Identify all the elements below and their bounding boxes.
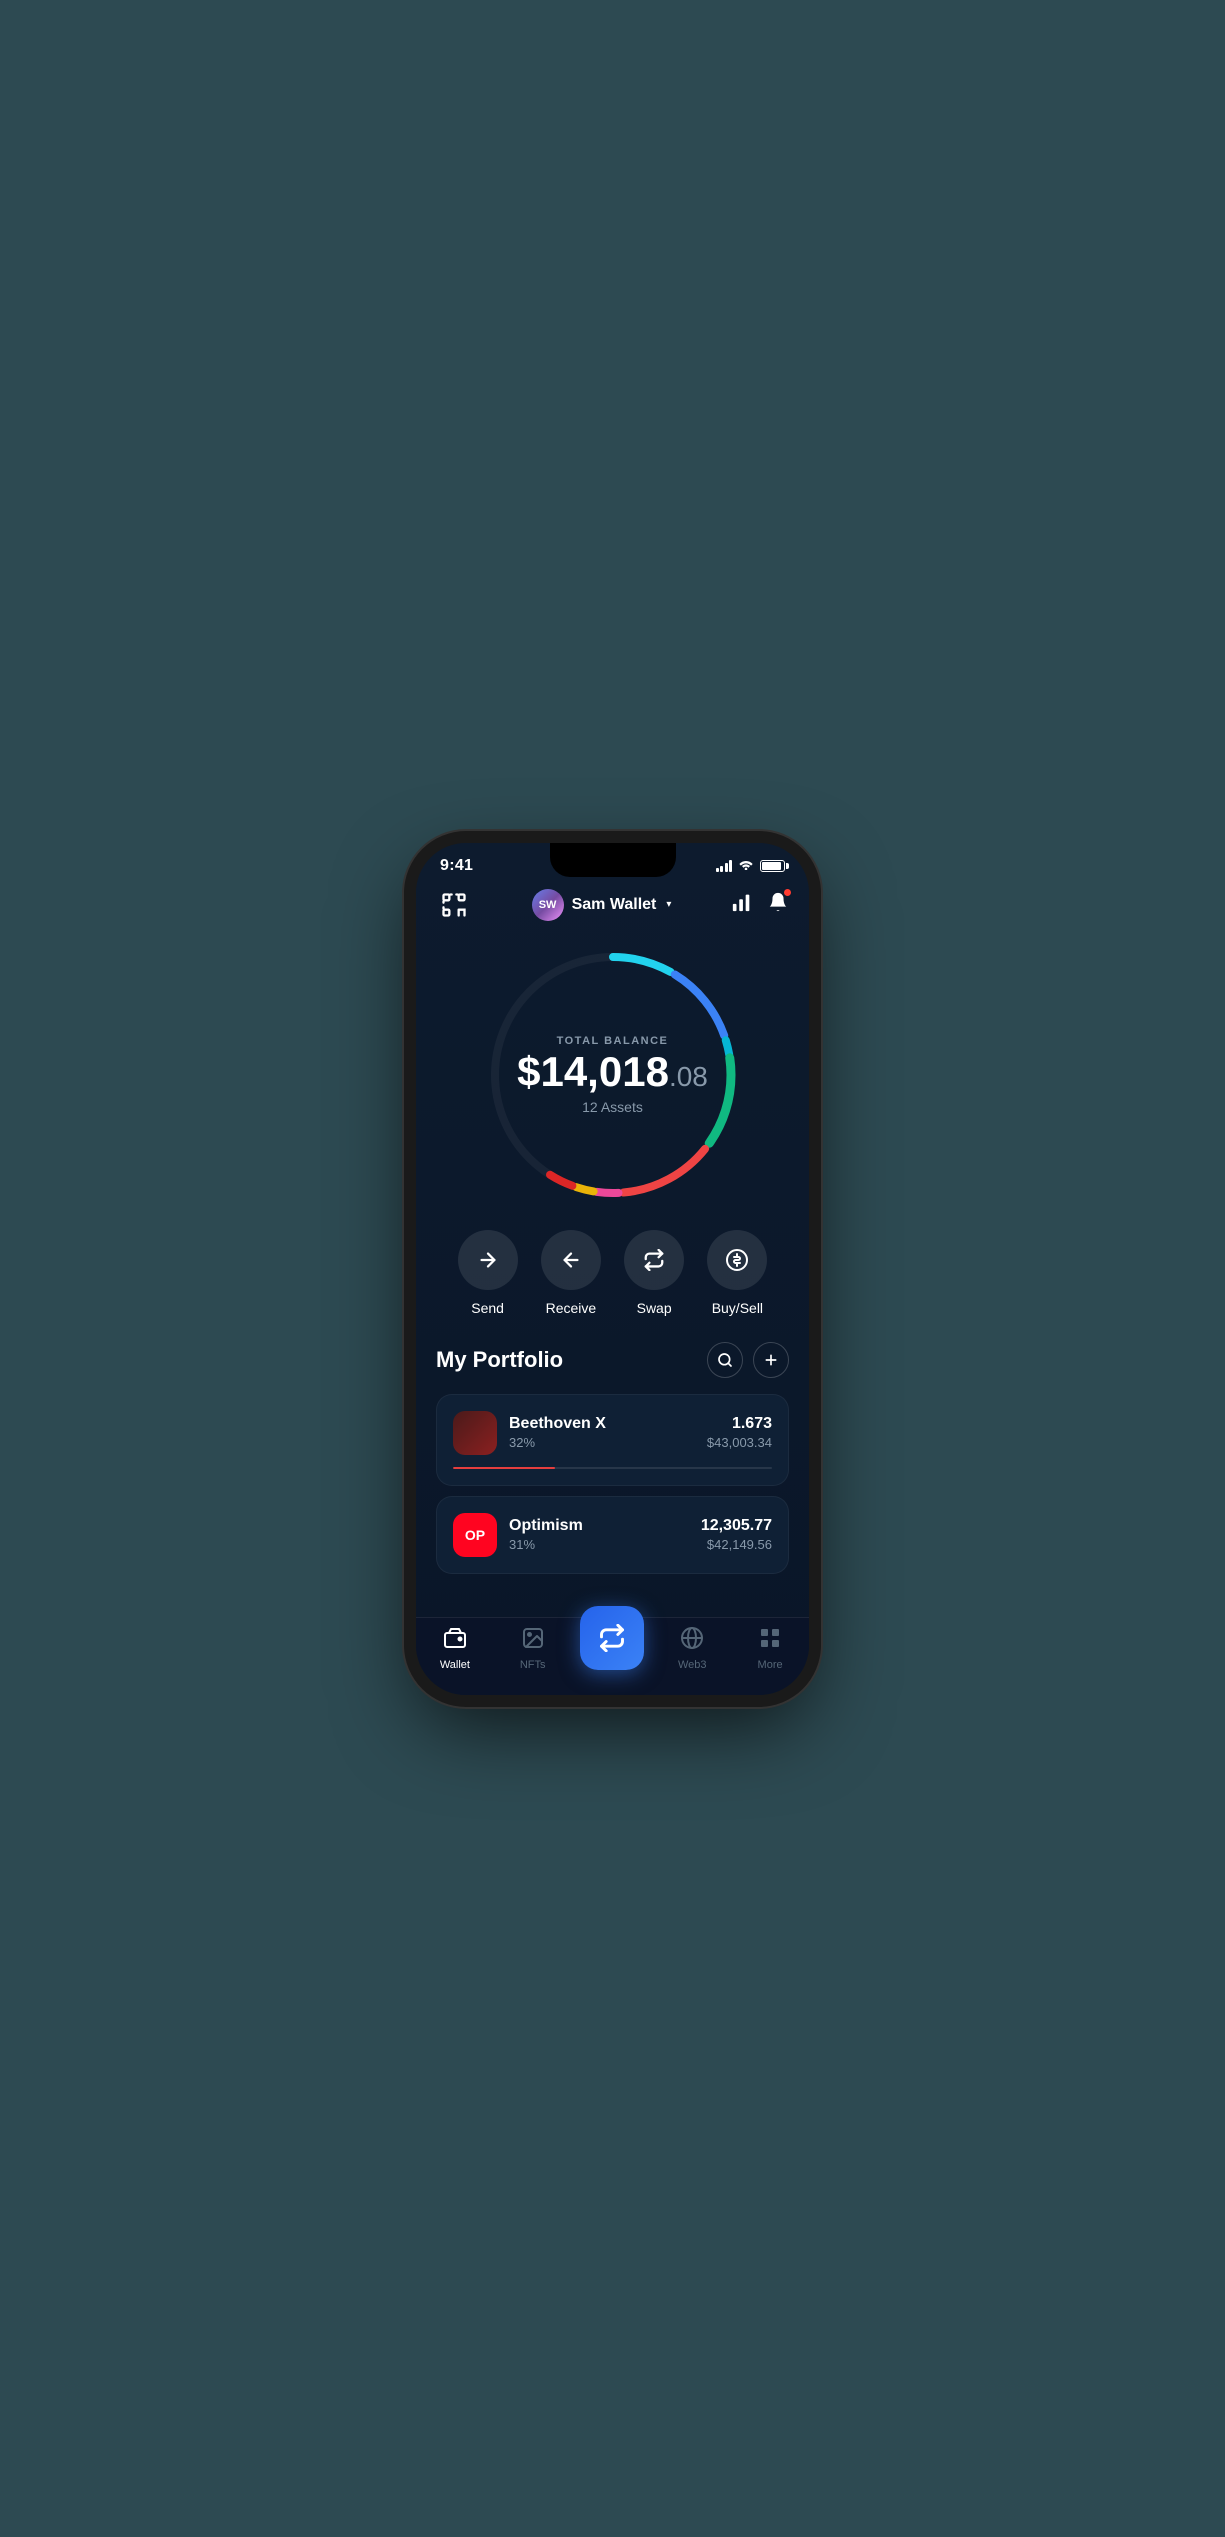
scan-button[interactable] <box>436 887 472 923</box>
receive-label: Receive <box>546 1300 597 1316</box>
balance-display: TOTAL BALANCE $14,018.08 12 Assets <box>513 1035 713 1115</box>
nav-nfts-label: NFTs <box>520 1659 546 1671</box>
beethoven-amount: 1.673 <box>707 1415 772 1433</box>
optimism-value: $42,149.56 <box>701 1537 772 1552</box>
balance-label: TOTAL BALANCE <box>513 1035 713 1047</box>
portfolio-section: My Portfolio <box>416 1326 809 1594</box>
balance-section: TOTAL BALANCE $14,018.08 12 Assets <box>416 935 809 1210</box>
swap-button[interactable]: Swap <box>624 1230 684 1316</box>
avatar: SW <box>532 889 564 921</box>
optimism-amount: 12,305.77 <box>701 1517 772 1535</box>
notification-button[interactable] <box>767 891 789 918</box>
action-buttons: Send Receive <box>416 1210 809 1326</box>
nav-more-label: More <box>758 1659 783 1671</box>
asset-card-optimism[interactable]: OP Optimism 31% 12,305.77 $42,149.56 <box>436 1496 789 1574</box>
beethoven-progress-bar <box>453 1467 772 1469</box>
optimism-pct: 31% <box>509 1537 583 1552</box>
nav-more[interactable]: More <box>740 1626 800 1671</box>
chevron-down-icon: ▾ <box>666 899 671 910</box>
beethoven-pct: 32% <box>509 1435 606 1450</box>
add-asset-button[interactable] <box>753 1342 789 1378</box>
buysell-label: Buy/Sell <box>712 1300 763 1316</box>
buysell-button[interactable]: Buy/Sell <box>707 1230 767 1316</box>
nft-icon <box>521 1626 545 1655</box>
nav-center-button[interactable] <box>580 1606 644 1670</box>
nav-wallet-label: Wallet <box>440 1659 470 1671</box>
notch <box>550 843 676 877</box>
swap-label: Swap <box>637 1300 672 1316</box>
asset-card-beethoven[interactable]: Beethoven X 32% 1.673 $43,003.34 <box>436 1394 789 1486</box>
header-actions <box>731 891 789 918</box>
bottom-nav: Wallet NFTs <box>416 1617 809 1695</box>
swap-icon <box>598 1624 626 1652</box>
wallet-selector[interactable]: SW Sam Wallet ▾ <box>532 889 672 921</box>
send-label: Send <box>471 1300 504 1316</box>
balance-amount: $14,018.08 <box>513 1051 713 1093</box>
wifi-icon <box>738 858 754 873</box>
receive-button[interactable]: Receive <box>541 1230 601 1316</box>
signal-icon <box>716 860 733 872</box>
nav-web3[interactable]: Web3 <box>662 1626 722 1671</box>
status-icons <box>716 858 786 873</box>
battery-icon <box>760 860 785 872</box>
nav-web3-label: Web3 <box>678 1659 707 1671</box>
wallet-name: Sam Wallet <box>572 896 657 914</box>
wallet-icon <box>443 1626 467 1655</box>
balance-cents: .08 <box>669 1063 708 1091</box>
portfolio-actions <box>707 1342 789 1378</box>
send-button[interactable]: Send <box>458 1230 518 1316</box>
phone-screen: 9:41 <box>416 843 809 1695</box>
web3-icon <box>680 1626 704 1655</box>
balance-main: $14,018 <box>517 1051 669 1093</box>
nav-nfts[interactable]: NFTs <box>503 1626 563 1671</box>
app-header: SW Sam Wallet ▾ <box>416 875 809 935</box>
more-icon <box>758 1626 782 1655</box>
portfolio-header: My Portfolio <box>436 1342 789 1378</box>
beethoven-value: $43,003.34 <box>707 1435 772 1450</box>
status-time: 9:41 <box>440 857 473 875</box>
balance-chart: TOTAL BALANCE $14,018.08 12 Assets <box>483 945 743 1205</box>
notification-badge <box>783 888 792 897</box>
portfolio-title: My Portfolio <box>436 1347 563 1373</box>
optimism-name: Optimism <box>509 1517 583 1535</box>
analytics-button[interactable] <box>731 891 753 918</box>
assets-count: 12 Assets <box>513 1099 713 1115</box>
beethoven-logo <box>453 1411 497 1455</box>
beethoven-name: Beethoven X <box>509 1415 606 1433</box>
search-button[interactable] <box>707 1342 743 1378</box>
optimism-logo: OP <box>453 1513 497 1557</box>
nav-wallet[interactable]: Wallet <box>425 1626 485 1671</box>
phone-frame: 9:41 <box>416 843 809 1695</box>
